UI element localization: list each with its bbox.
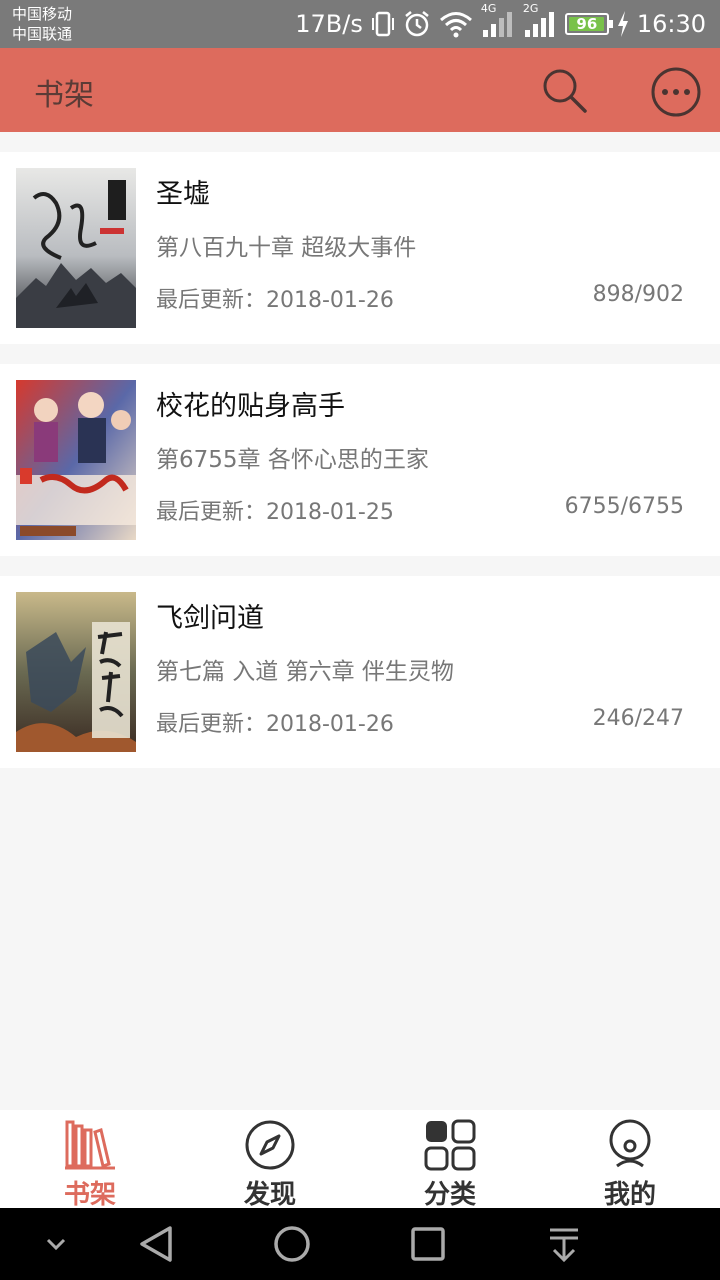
notification-pull-icon[interactable]	[546, 1224, 582, 1264]
status-icons: 17B/s 4G 2G 96 16:30	[295, 0, 706, 48]
alarm-icon	[405, 11, 429, 37]
search-icon[interactable]	[540, 66, 588, 114]
system-navigation-bar	[0, 1208, 720, 1280]
vibrate-icon	[371, 11, 394, 37]
tab-categories[interactable]: 分类	[360, 1110, 540, 1210]
tab-label: 发现	[243, 1180, 296, 1210]
book-title: 飞剑问道	[156, 603, 264, 634]
clock: 16:30	[636, 10, 706, 38]
home-icon[interactable]	[272, 1224, 312, 1264]
carrier-1: 中国移动	[12, 5, 73, 23]
page-title: 书架	[34, 78, 94, 113]
reading-progress: 246/247	[592, 706, 684, 731]
reading-progress: 6755/6755	[564, 494, 684, 519]
tab-bookshelf[interactable]: 书架	[0, 1110, 180, 1210]
battery-level: 96	[576, 15, 598, 33]
network-speed: 17B/s	[295, 10, 363, 38]
tab-profile[interactable]: 我的	[540, 1110, 720, 1210]
signal-1: 4G	[481, 2, 515, 38]
tab-discover[interactable]: 发现	[180, 1110, 360, 1210]
charging-icon	[617, 11, 628, 37]
reading-progress: 898/902	[592, 282, 684, 307]
status-bar: 中国移动 中国联通 17B/s 4G 2G 96 16:30	[0, 0, 720, 48]
more-icon[interactable]	[650, 66, 702, 118]
book-cover	[16, 592, 136, 752]
book-list-item[interactable]: 飞剑问道 第七篇 入道 第六章 伴生灵物 最后更新：2018-01-26 246…	[0, 576, 720, 768]
last-updated: 最后更新：2018-01-26	[156, 712, 394, 737]
signal-icon	[482, 12, 512, 37]
app-bar: 书架	[0, 48, 720, 132]
back-icon[interactable]	[136, 1224, 176, 1264]
last-updated: 最后更新：2018-01-26	[156, 288, 394, 313]
grid-icon	[424, 1119, 476, 1171]
latest-chapter: 第八百九十章 超级大事件	[156, 235, 417, 261]
wifi-icon	[439, 12, 472, 38]
book-cover	[16, 380, 136, 540]
profile-icon	[609, 1119, 651, 1168]
carrier-2: 中国联通	[12, 25, 73, 43]
book-list-item[interactable]: 圣墟 第八百九十章 超级大事件 最后更新：2018-01-26 898/902	[0, 152, 720, 344]
carrier-info: 中国移动 中国联通	[12, 4, 72, 44]
book-cover	[16, 168, 136, 328]
latest-chapter: 第七篇 入道 第六章 伴生灵物	[156, 659, 454, 685]
tab-label: 书架	[63, 1180, 116, 1210]
bookshelf-icon	[65, 1120, 115, 1170]
compass-icon	[245, 1120, 295, 1170]
chevron-down-icon[interactable]	[44, 1224, 68, 1264]
last-updated: 最后更新：2018-01-25	[156, 500, 394, 525]
signal-2: 2G	[523, 2, 557, 38]
signal-icon	[524, 12, 554, 37]
tab-label: 我的	[603, 1180, 656, 1210]
book-title: 校花的贴身高手	[156, 391, 345, 422]
latest-chapter: 第6755章 各怀心思的王家	[156, 447, 429, 473]
recents-icon[interactable]	[408, 1224, 448, 1264]
tab-label: 分类	[423, 1180, 476, 1210]
bottom-navigation: 书架 发现 分类 我的	[0, 1110, 720, 1210]
book-title: 圣墟	[156, 179, 210, 210]
book-list-item[interactable]: 校花的贴身高手 第6755章 各怀心思的王家 最后更新：2018-01-25 6…	[0, 364, 720, 556]
battery-indicator: 96	[564, 13, 613, 35]
